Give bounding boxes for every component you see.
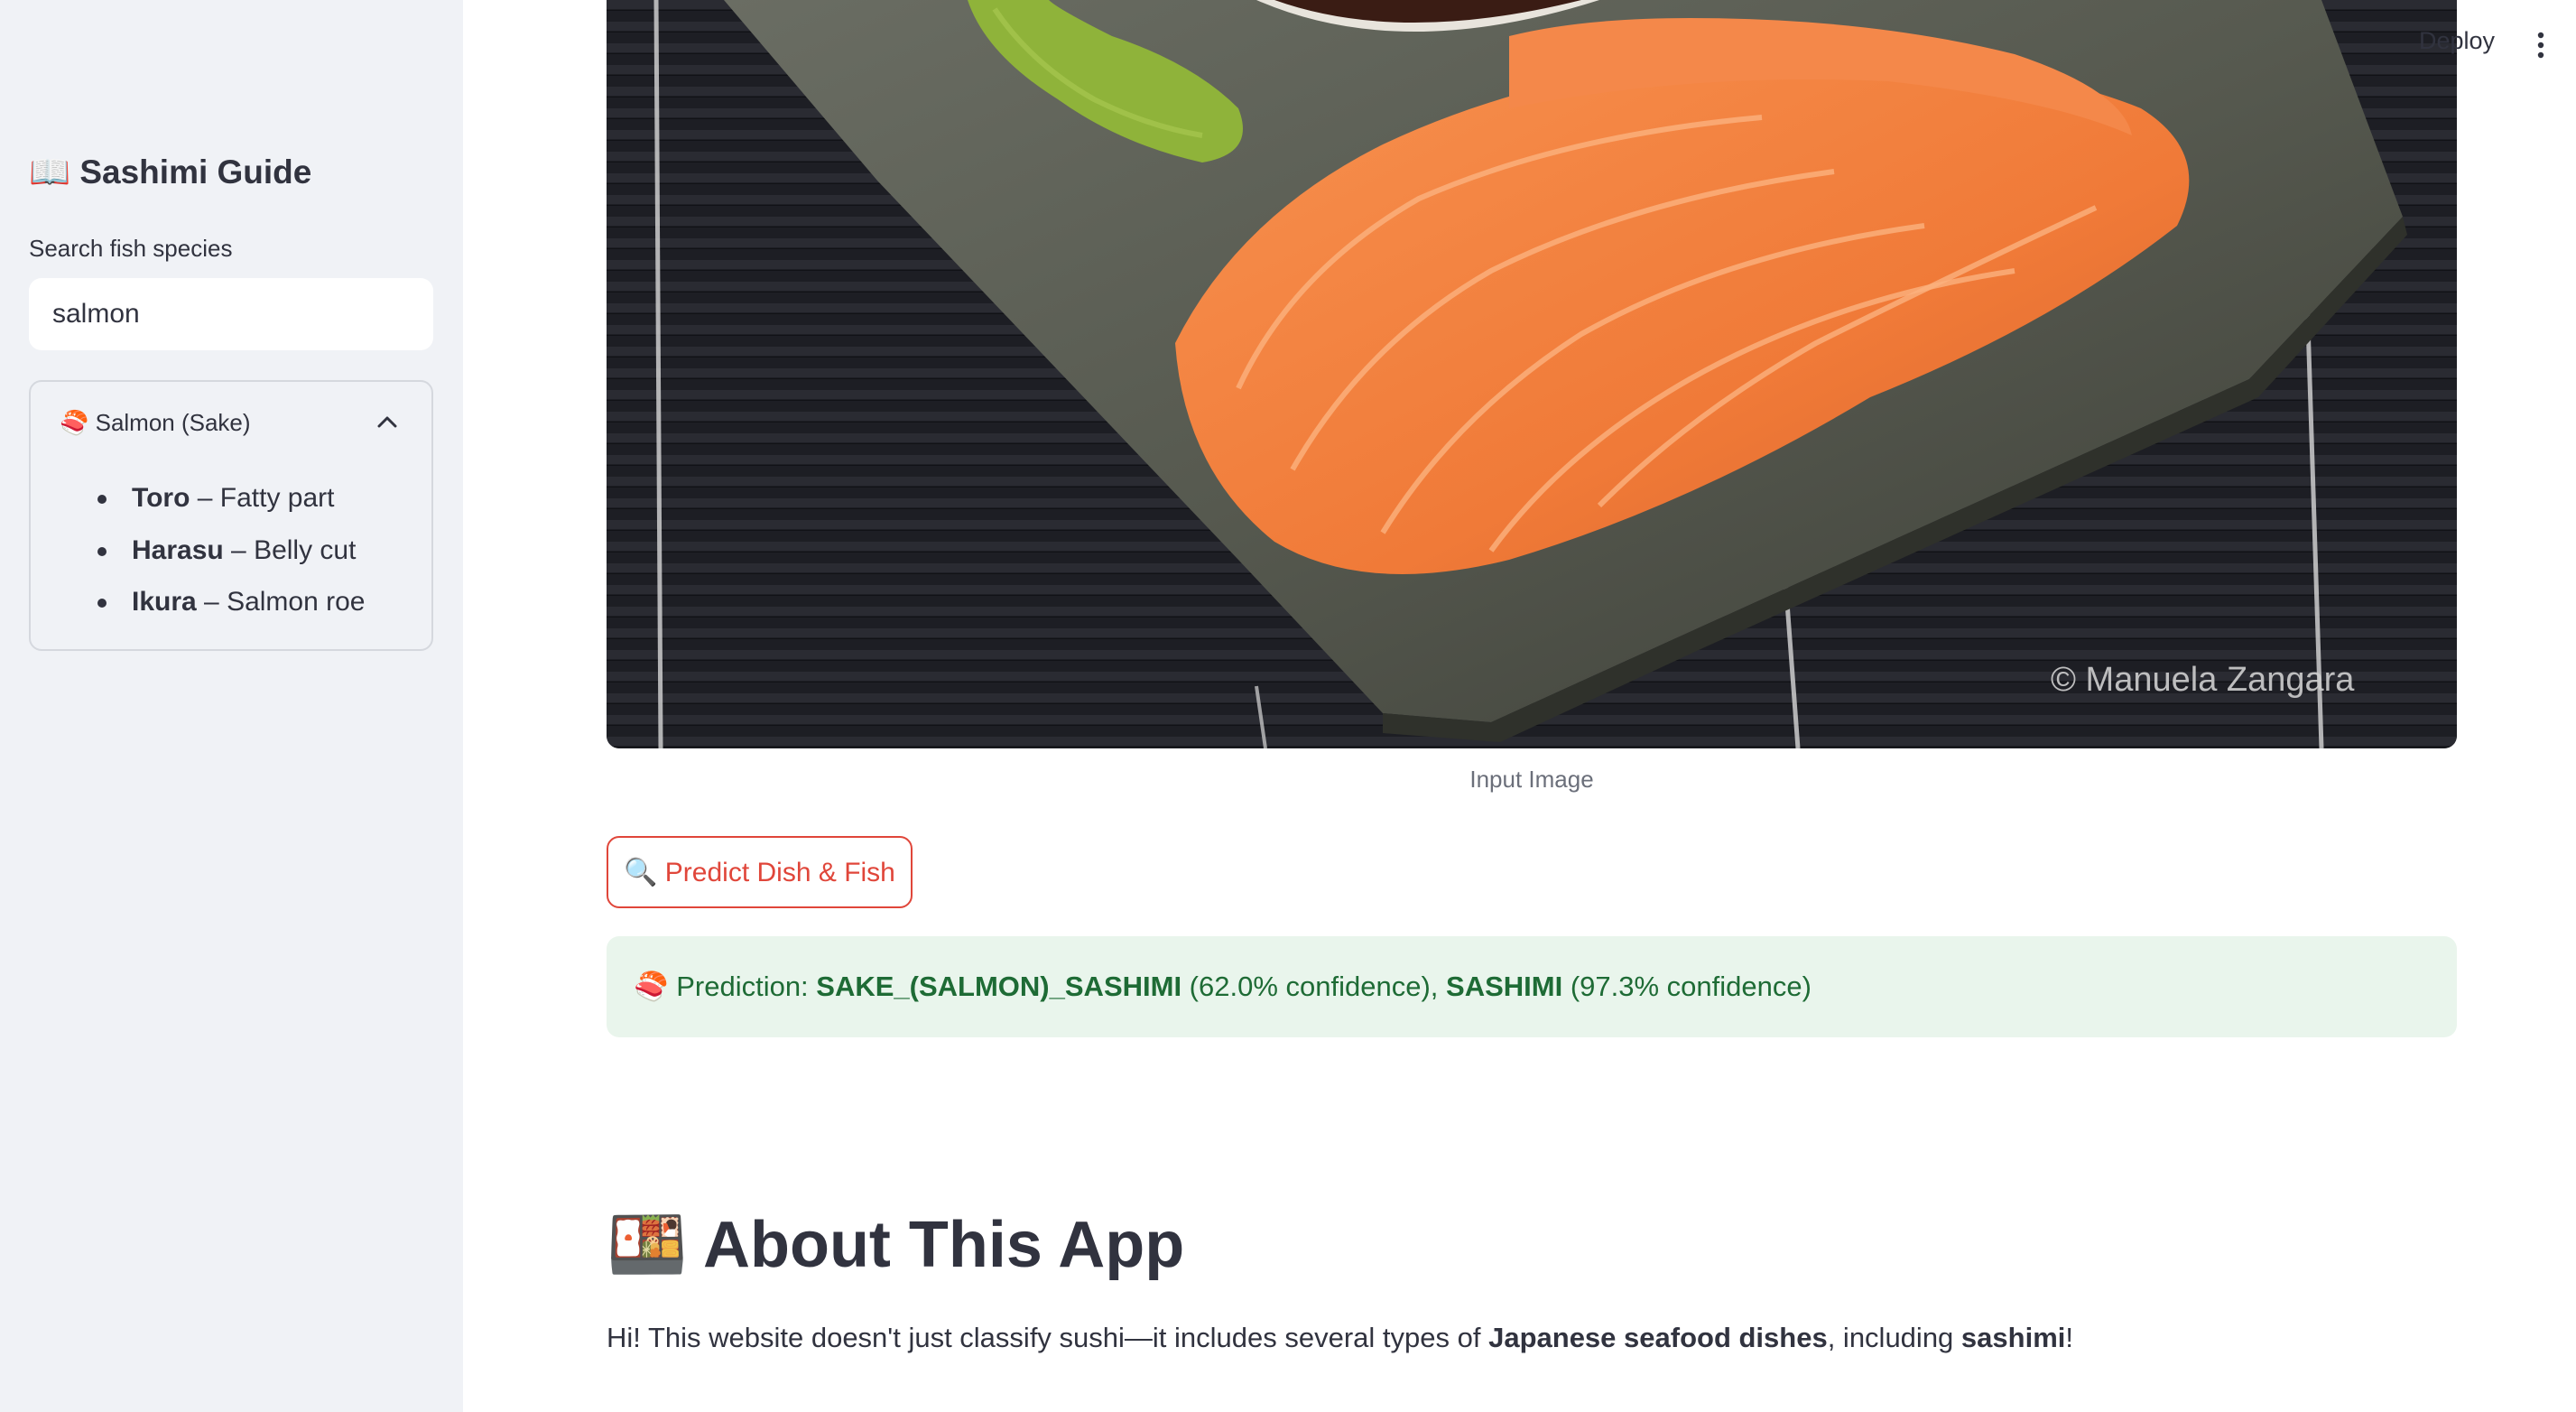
expander-header[interactable]: 🍣 Salmon (Sake) (31, 382, 431, 463)
sidebar: 📖 Sashimi Guide Search fish species 🍣 Sa… (0, 0, 463, 1412)
bullet-icon (97, 599, 107, 608)
image-watermark: © Manuela Zangara (2051, 661, 2355, 699)
list-item: Harasu – Belly cut (67, 525, 366, 577)
fish-confidence: (62.0% confidence), (1181, 971, 1447, 1002)
cut-name: Ikura (132, 587, 197, 617)
fish-prediction-label: SAKE_(SALMON)_SASHIMI (816, 971, 1182, 1002)
cut-desc: – Belly cut (223, 534, 357, 565)
image-caption: Input Image (1469, 766, 1594, 793)
about-text-part: Hi! This website doesn't just classify s… (607, 1322, 1489, 1353)
search-input[interactable] (29, 278, 433, 350)
cut-name: Toro (132, 483, 190, 513)
bullet-icon (97, 546, 107, 556)
sashimi-photo: © Manuela Zangara (607, 0, 2457, 748)
bullet-icon (97, 495, 107, 504)
input-image: © Manuela Zangara (607, 0, 2457, 748)
fish-expander: 🍣 Salmon (Sake) Toro – Fatty part Harasu… (29, 380, 433, 651)
predict-button[interactable]: 🔍 Predict Dish & Fish (607, 836, 913, 908)
list-item: Toro – Fatty part (67, 472, 366, 525)
more-vertical-icon[interactable] (2534, 31, 2547, 60)
cut-list: Toro – Fatty part Harasu – Belly cut Iku… (67, 472, 366, 628)
expander-title: 🍣 Salmon (Sake) (60, 409, 251, 436)
search-label: Search fish species (29, 235, 233, 262)
dish-prediction-label: SASHIMI (1446, 971, 1563, 1002)
about-bold-sashimi: sashimi (1960, 1322, 2066, 1353)
cut-name: Harasu (132, 534, 224, 565)
cut-desc: – Salmon roe (196, 587, 366, 617)
about-text-part: , including (1827, 1322, 1961, 1353)
cut-desc: – Fatty part (190, 483, 335, 513)
dish-confidence: (97.3% confidence) (1562, 971, 1812, 1002)
prediction-prefix: 🍣 Prediction: (634, 971, 817, 1002)
prediction-alert: 🍣 Prediction: SAKE_(SALMON)_SASHIMI (62.… (607, 936, 2457, 1037)
about-bold-dishes: Japanese seafood dishes (1488, 1322, 1828, 1353)
about-text: Hi! This website doesn't just classify s… (607, 1322, 2073, 1354)
chevron-up-icon[interactable] (377, 414, 397, 429)
list-item: Ikura – Salmon roe (67, 576, 366, 628)
about-title: 🍱 About This App (607, 1209, 1185, 1281)
about-text-part: ! (2065, 1322, 2073, 1353)
sidebar-title: 📖 Sashimi Guide (29, 153, 312, 190)
deploy-button[interactable]: Deploy (2419, 27, 2495, 55)
